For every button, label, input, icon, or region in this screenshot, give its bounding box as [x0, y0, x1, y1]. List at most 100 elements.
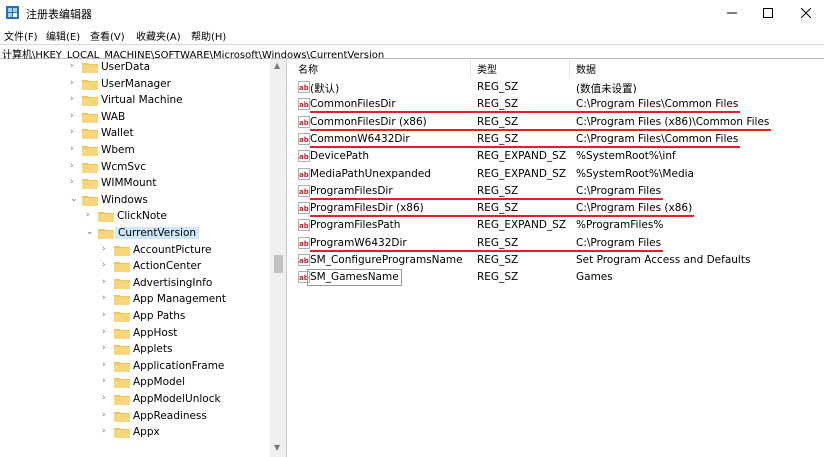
folder-icon: [114, 328, 130, 339]
tree-item[interactable]: › Appx: [102, 424, 286, 441]
chevron-right-icon[interactable]: ›: [70, 177, 80, 189]
tree-item-label: WAB: [101, 110, 126, 123]
folder-icon: [114, 395, 130, 405]
chevron-right-icon[interactable]: ›: [102, 393, 112, 405]
string-value-ab-icon: ab: [298, 184, 310, 197]
tree-item[interactable]: › App Paths: [102, 308, 286, 325]
svg-text:ab: ab: [299, 205, 309, 213]
value-row[interactable]: ab DevicePath REG_EXPAND_SZ %SystemRoot%\in…: [288, 148, 824, 165]
chevron-right-icon[interactable]: ›: [102, 376, 112, 388]
value-row[interactable]: ab MediaPathUnexpanded REG_EXPAND_SZ %Syste…: [288, 166, 824, 183]
value-name: SM_GamesName: [307, 269, 402, 287]
tree-item[interactable]: › Virtual Machine: [70, 92, 270, 109]
tree-item[interactable]: ⌄ Windows: [70, 192, 270, 209]
value-name: ProgramW6432Dir: [310, 236, 407, 249]
value-data: C:\Program Files: [576, 236, 662, 249]
chevron-down-icon[interactable]: ⌄: [70, 194, 80, 206]
values-list-pane[interactable]: 名称 类型 数据 ab (默认) REG_SZ (数值未设置) ab CommonFile…: [288, 59, 824, 457]
menu-view[interactable]: 查看(V): [90, 28, 125, 43]
column-separator[interactable]: [470, 59, 471, 77]
tree-item-label: AppReadiness: [133, 409, 207, 422]
tree-item[interactable]: › ActionCenter: [102, 258, 286, 275]
chevron-right-icon[interactable]: ›: [70, 161, 80, 173]
chevron-right-icon[interactable]: ›: [102, 327, 112, 339]
chevron-right-icon[interactable]: ›: [70, 111, 80, 123]
tree-item[interactable]: › UserData: [70, 59, 270, 76]
chevron-right-icon[interactable]: ›: [70, 127, 80, 139]
folder-icon: [82, 162, 98, 173]
menu-bar: 文件(F) 编辑(E) 查看(V) 收藏夹(A) 帮助(H): [0, 26, 824, 44]
tree-scrollbar[interactable]: ▲ ▼: [270, 59, 286, 457]
chevron-right-icon[interactable]: ›: [70, 61, 80, 73]
value-data: %ProgramFiles%: [576, 219, 664, 232]
value-row[interactable]: ab ProgramFilesPath REG_EXPAND_SZ %ProgramF…: [288, 217, 824, 234]
tree-item[interactable]: › WcmSvc: [70, 159, 270, 176]
chevron-right-icon[interactable]: ›: [86, 210, 96, 222]
chevron-right-icon[interactable]: ›: [102, 293, 112, 305]
tree-item[interactable]: › App Management: [102, 291, 286, 308]
value-row[interactable]: ab SM_ConfigureProgramsName REG_SZ Set Prog…: [288, 252, 824, 269]
string-value-ab-icon: ab: [298, 132, 310, 145]
address-bar[interactable]: 计算机\HKEY_LOCAL_MACHINE\SOFTWARE\Microsof…: [0, 44, 824, 61]
tree-item[interactable]: › UserManager: [70, 76, 270, 93]
tree-item[interactable]: › AppReadiness: [102, 408, 286, 425]
value-row[interactable]: ab SM_GamesName REG_SZ Games: [288, 269, 824, 287]
value-data: C:\Program Files\Common Files: [576, 132, 739, 145]
chevron-right-icon[interactable]: ›: [70, 94, 80, 106]
chevron-right-icon[interactable]: ›: [102, 244, 112, 256]
tree-item[interactable]: › Wallet: [70, 125, 270, 142]
column-header-name[interactable]: 名称: [298, 61, 318, 76]
value-type: REG_EXPAND_SZ: [477, 150, 567, 163]
minimize-button[interactable]: [714, 0, 750, 26]
tree-item-label: AppModel: [133, 376, 186, 389]
menu-favorites[interactable]: 收藏夹(A): [136, 28, 181, 43]
tree-item[interactable]: › WAB: [70, 109, 270, 126]
folder-icon: [114, 345, 130, 356]
chevron-right-icon[interactable]: ›: [102, 410, 112, 422]
scroll-thumb[interactable]: [274, 255, 283, 273]
value-type: REG_EXPAND_SZ: [477, 219, 567, 232]
menu-file[interactable]: 文件(F): [4, 28, 38, 43]
tree-item-label: UserData: [101, 61, 151, 73]
tree-item[interactable]: › ClickNote: [86, 208, 286, 225]
tree-item[interactable]: › AppModelUnlock: [102, 391, 286, 408]
chevron-right-icon[interactable]: ›: [70, 144, 80, 156]
chevron-right-icon[interactable]: ›: [102, 426, 112, 438]
svg-text:ab: ab: [299, 257, 309, 265]
chevron-right-icon[interactable]: ›: [102, 277, 112, 289]
string-value-ab-icon: ab: [298, 202, 310, 215]
folder-icon: [114, 295, 130, 306]
value-name: ProgramFilesDir (x86): [310, 202, 424, 215]
scroll-up-icon[interactable]: ▲: [274, 61, 280, 70]
menu-help[interactable]: 帮助(H): [191, 28, 226, 43]
tree-item[interactable]: › AdvertisingInfo: [102, 275, 286, 292]
chevron-right-icon[interactable]: ›: [102, 343, 112, 355]
tree-item[interactable]: › AppModel: [102, 374, 286, 391]
value-row[interactable]: ab (默认) REG_SZ (数值未设置): [288, 79, 824, 96]
folder-icon: [114, 262, 130, 273]
tree-item[interactable]: › WIMMount: [70, 175, 270, 192]
chevron-down-icon[interactable]: ⌄: [86, 227, 96, 239]
value-data: Set Program Access and Defaults: [576, 254, 751, 266]
menu-edit[interactable]: 编辑(E): [46, 28, 80, 43]
column-header-type[interactable]: 类型: [477, 61, 497, 76]
tree-item[interactable]: › ApplicationFrame: [102, 358, 286, 375]
chevron-right-icon[interactable]: ›: [102, 310, 112, 322]
key-tree-pane[interactable]: › Appx › AppReadiness › AppModelUnlock › AppMod…: [0, 59, 287, 457]
close-button[interactable]: [788, 0, 824, 26]
chevron-right-icon[interactable]: ›: [70, 78, 80, 90]
tree-item-label: AdvertisingInfo: [133, 276, 213, 289]
column-header-data[interactable]: 数据: [576, 61, 596, 76]
maximize-button[interactable]: [750, 0, 786, 26]
chevron-right-icon[interactable]: ›: [102, 360, 112, 372]
tree-item[interactable]: › AppHost: [102, 325, 286, 342]
folder-icon: [98, 212, 114, 223]
tree-item[interactable]: › Applets: [102, 341, 286, 358]
chevron-right-icon[interactable]: ›: [102, 260, 112, 272]
tree-item[interactable]: › Wbem: [70, 142, 270, 159]
column-separator[interactable]: [569, 59, 570, 77]
scroll-down-icon[interactable]: ▼: [274, 443, 280, 452]
tree-item[interactable]: › AccountPicture: [102, 242, 286, 259]
string-value-ab-icon: ab: [298, 219, 310, 232]
tree-item[interactable]: ⌄ CurrentVersion: [86, 225, 286, 242]
